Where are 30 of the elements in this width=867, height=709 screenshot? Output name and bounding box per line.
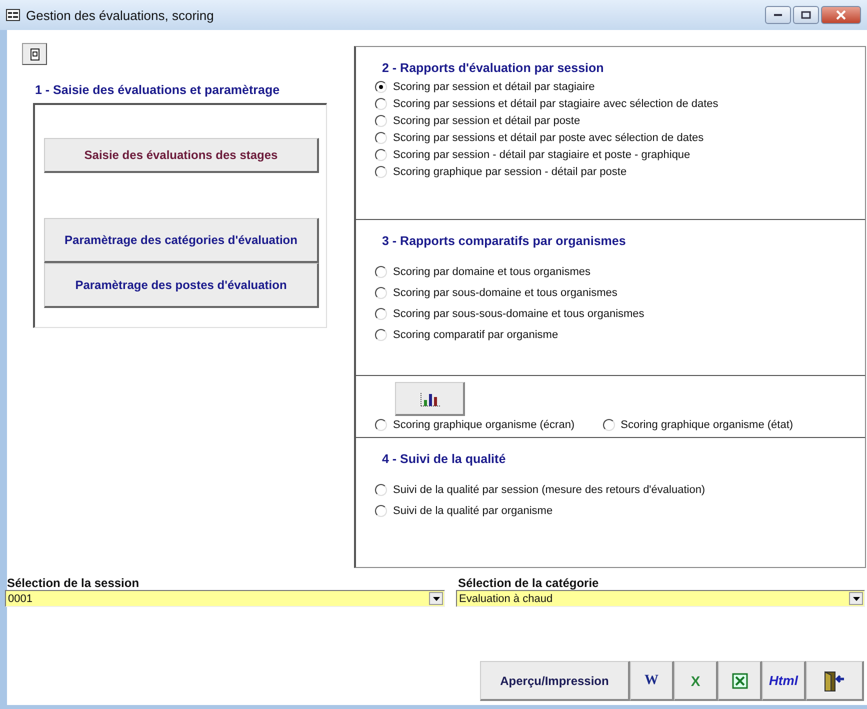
radio-option[interactable]: Scoring par sessions et détail par poste avec sélection de dates [375, 132, 704, 144]
section-title: 2 - Rapports d'évaluation par session [382, 61, 605, 75]
radio-option[interactable]: Scoring par sous-domaine et tous organismes [375, 287, 618, 299]
combo-box[interactable]: 0001 [5, 590, 445, 607]
section-title: 1 - Saisie des évaluations et paramètrage [35, 83, 281, 97]
action-button[interactable]: Paramètrage des postes d'évaluation [44, 263, 319, 308]
radio-option[interactable]: Scoring graphique organisme (écran) [375, 419, 575, 431]
radio-option[interactable]: Scoring par domaine et tous organismes [375, 266, 590, 278]
radio-option[interactable]: Scoring par sessions et détail par stagiaire avec sélection de dates [375, 98, 718, 110]
radio-option[interactable]: Suivi de la qualité par organisme [375, 505, 553, 517]
action-button[interactable]: Saisie des évaluations des stages [44, 138, 319, 173]
radio-option[interactable]: Scoring comparatif par organisme [375, 329, 558, 341]
radio-option[interactable]: Scoring par session et détail par stagiaire [375, 81, 595, 93]
action-button[interactable]: Paramètrage des catégories d'évaluation [44, 218, 319, 263]
field-label: Sélection de la session [6, 576, 140, 590]
window-title: Gestion des évaluations, scoring [26, 8, 214, 22]
html-export-button[interactable]: Html [762, 661, 806, 701]
radio-option[interactable]: Scoring par session - détail par stagiaire et poste - graphique [375, 149, 690, 161]
excel-export-button[interactable]: X [674, 661, 718, 701]
radio-option[interactable]: Scoring par session et détail par poste [375, 115, 580, 127]
radio-option[interactable]: Scoring graphique organisme (état) [602, 419, 794, 431]
combo-box[interactable]: Evaluation à chaud [456, 590, 865, 607]
word-export-button[interactable]: W [630, 661, 674, 701]
radio-option[interactable]: Suivi de la qualité par session (mesure des retours d'évaluation) [375, 484, 706, 496]
field-label: Sélection de la catégorie [457, 576, 600, 590]
radio-option[interactable]: Scoring par sous-sous-domaine et tous organismes [375, 308, 644, 320]
section-title: 3 - Rapports comparatifs par organismes [382, 234, 627, 248]
preview-print-button[interactable]: Aperçu/Impression [480, 661, 630, 701]
radio-option[interactable]: Scoring graphique par session - détail par poste [375, 166, 627, 178]
section-title: 4 - Suivi de la qualité [382, 452, 507, 466]
